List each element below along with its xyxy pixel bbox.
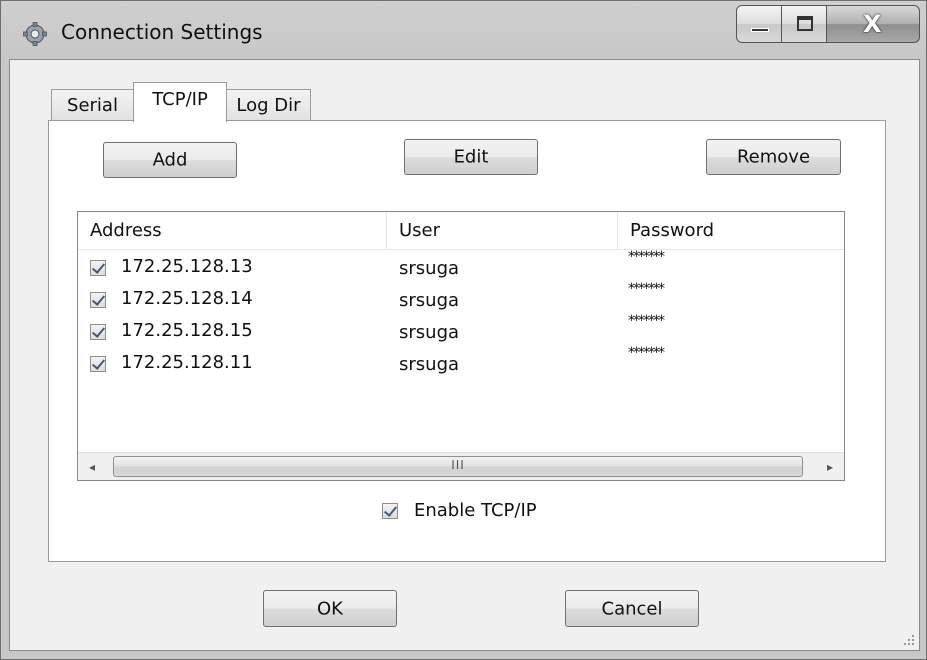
title-bar[interactable]: Connection Settings X: [1, 1, 926, 59]
row-address: 172.25.128.13: [121, 256, 253, 277]
edit-button[interactable]: Edit: [404, 139, 538, 175]
tcpip-tab-page: Add Edit Remove Address User Password 17…: [48, 120, 886, 562]
table-row[interactable]: 172.25.128.15 srsuga *******: [78, 313, 844, 348]
enable-tcpip-checkbox-row[interactable]: Enable TCP/IP: [380, 499, 580, 523]
row-address: 172.25.128.14: [121, 288, 253, 309]
tab-tcpip-label: TCP/IP: [152, 89, 208, 110]
add-button-label: Add: [152, 149, 188, 171]
add-button[interactable]: Add: [103, 142, 237, 178]
row-password: *******: [628, 313, 665, 329]
scroll-left-icon[interactable]: ◂: [78, 453, 106, 480]
tab-serial[interactable]: Serial: [51, 89, 134, 121]
maximize-icon: [797, 16, 813, 31]
close-icon: X: [863, 10, 882, 38]
row-user: srsuga: [399, 354, 460, 375]
gear-icon: [23, 22, 47, 46]
table-row[interactable]: 172.25.128.11 srsuga *******: [78, 345, 844, 380]
connection-settings-window: Connection Settings X Serial TCP/IP Log …: [0, 0, 927, 660]
list-header: Address User Password: [78, 212, 844, 250]
row-password: *******: [628, 281, 665, 297]
row-address: 172.25.128.11: [121, 352, 253, 373]
column-header-user[interactable]: User: [387, 212, 618, 250]
horizontal-scrollbar[interactable]: ◂ III ▸: [78, 452, 844, 480]
row-checkbox[interactable]: [90, 260, 106, 276]
resize-grip-icon[interactable]: [903, 634, 915, 646]
tab-log-dir-label: Log Dir: [236, 95, 301, 116]
cancel-button-label: Cancel: [601, 598, 663, 619]
connections-list[interactable]: Address User Password 172.25.128.13 srsu…: [77, 211, 845, 481]
scroll-right-icon[interactable]: ▸: [816, 453, 844, 480]
dialog-client-area: Serial TCP/IP Log Dir Add Edit Remove Ad…: [9, 59, 920, 651]
thumb-grip-icon: III: [451, 458, 465, 472]
row-password: *******: [628, 249, 665, 265]
minimize-icon: [751, 28, 769, 32]
tab-log-dir[interactable]: Log Dir: [226, 89, 311, 121]
row-user: srsuga: [399, 322, 460, 343]
remove-button-label: Remove: [736, 146, 811, 168]
column-header-address[interactable]: Address: [78, 212, 387, 250]
row-address: 172.25.128.15: [121, 320, 253, 341]
tab-serial-label: Serial: [67, 95, 118, 116]
scrollbar-thumb[interactable]: III: [113, 456, 803, 477]
table-row[interactable]: 172.25.128.13 srsuga *******: [78, 249, 844, 284]
enable-tcpip-checkbox[interactable]: [382, 503, 398, 519]
ok-button[interactable]: OK: [263, 590, 397, 627]
row-checkbox[interactable]: [90, 324, 106, 340]
row-user: srsuga: [399, 258, 460, 279]
row-checkbox[interactable]: [90, 292, 106, 308]
minimize-button[interactable]: [736, 5, 782, 43]
edit-button-label: Edit: [453, 146, 489, 168]
window-title: Connection Settings: [61, 20, 263, 44]
table-row[interactable]: 172.25.128.14 srsuga *******: [78, 281, 844, 316]
row-user: srsuga: [399, 290, 460, 311]
tab-tcpip[interactable]: TCP/IP: [133, 82, 227, 122]
row-password: *******: [628, 345, 665, 361]
cancel-button[interactable]: Cancel: [565, 590, 699, 627]
remove-button[interactable]: Remove: [706, 139, 841, 175]
close-button[interactable]: X: [826, 5, 920, 43]
enable-tcpip-label[interactable]: Enable TCP/IP: [414, 500, 537, 521]
row-checkbox[interactable]: [90, 356, 106, 372]
column-header-password[interactable]: Password: [618, 212, 844, 250]
maximize-button[interactable]: [781, 5, 827, 43]
ok-button-label: OK: [317, 598, 343, 619]
